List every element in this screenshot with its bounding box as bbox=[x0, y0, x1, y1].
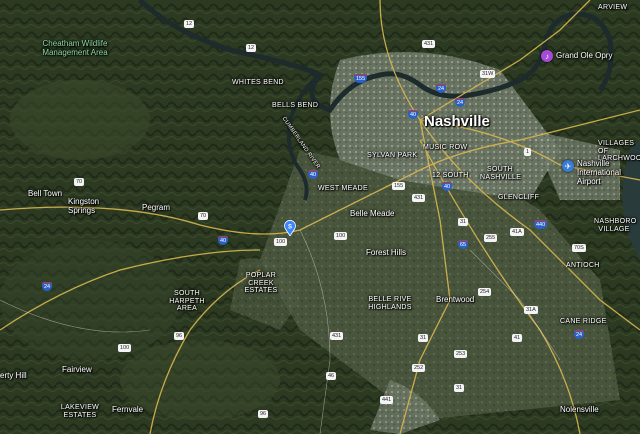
route-shield: 431 bbox=[330, 332, 344, 340]
route-shield: 31 bbox=[454, 384, 465, 392]
neighborhood-label: BELLE RIVE HIGHLANDS bbox=[368, 296, 412, 311]
city-bell-town[interactable]: Bell Town bbox=[28, 189, 62, 199]
neighborhood-label: 12 SOUTH bbox=[432, 172, 469, 179]
route-shield: 431 bbox=[422, 40, 436, 48]
route-shield: 431 bbox=[412, 194, 426, 202]
poi-nashville-airport[interactable]: ✈ Nashville International Airport bbox=[562, 159, 625, 186]
route-shield: 41 bbox=[512, 334, 523, 342]
route-shield: 46 bbox=[326, 372, 337, 380]
neighborhood-label: BELLS BEND bbox=[272, 102, 319, 109]
poi-grand-ole-opry[interactable]: ♪ Grand Ole Opry bbox=[541, 50, 612, 62]
route-shield: 70 bbox=[198, 212, 209, 220]
neighborhood-label: POPLAR CREEK ESTATES bbox=[244, 272, 278, 295]
airport-icon: ✈ bbox=[562, 160, 574, 172]
city-liberty-hill[interactable]: erty Hill bbox=[0, 371, 27, 381]
route-shield: 31W bbox=[480, 70, 496, 78]
route-shield: 155 bbox=[392, 182, 406, 190]
city-nolensville[interactable]: Nolensville bbox=[560, 405, 599, 415]
route-shield: 253 bbox=[454, 350, 468, 358]
city-nashville[interactable]: Nashville bbox=[424, 113, 490, 131]
park-label: Cheatham Wildlife Management Area bbox=[42, 39, 108, 57]
route-shield: 41A bbox=[510, 228, 524, 236]
city-fairview[interactable]: Fairview bbox=[62, 365, 92, 375]
route-shield: 31 bbox=[458, 218, 469, 226]
route-shield: 96 bbox=[258, 410, 269, 418]
route-shield: 100 bbox=[274, 238, 288, 246]
route-shield: 100 bbox=[334, 232, 348, 240]
route-shield: 440 bbox=[534, 220, 548, 229]
route-shield: 1 bbox=[524, 148, 532, 156]
city-belle-meade[interactable]: Belle Meade bbox=[350, 209, 394, 219]
neighborhood-label: LAKEVIEW ESTATES bbox=[60, 404, 100, 419]
city-forest-hills[interactable]: Forest Hills bbox=[366, 248, 406, 258]
city-kingston-springs[interactable]: Kingston Springs bbox=[68, 197, 116, 216]
poi-label: Grand Ole Opry bbox=[556, 50, 613, 60]
neighborhood-label: GLENCLIFF bbox=[498, 194, 540, 201]
route-shield: 12 bbox=[246, 44, 257, 52]
route-shield: 12 bbox=[184, 20, 195, 28]
route-shield: 70S bbox=[572, 244, 586, 252]
route-shield: 100 bbox=[118, 344, 132, 352]
neighborhood-label: SOUTH NASHVILLE bbox=[480, 166, 522, 181]
location-pin-icon[interactable]: S bbox=[284, 220, 296, 237]
city-brentwood[interactable]: Brentwood bbox=[436, 295, 474, 305]
neighborhood-label: ANTIOCH bbox=[566, 262, 600, 269]
neighborhood-label: WEST MEADE bbox=[318, 185, 368, 192]
route-shield: 96 bbox=[174, 332, 185, 340]
terrain-layer bbox=[0, 0, 640, 434]
route-shield: 31A bbox=[524, 306, 538, 314]
neighborhood-label: SYLVAN PARK bbox=[367, 152, 418, 159]
neighborhood-label: MUSIC ROW bbox=[423, 144, 468, 151]
route-shield: 254 bbox=[478, 288, 492, 296]
satellite-map[interactable]: Cheatham Wildlife Management Area Cumber… bbox=[0, 0, 640, 434]
pin-label: S bbox=[288, 225, 292, 231]
route-shield: 155 bbox=[354, 74, 368, 83]
music-note-icon: ♪ bbox=[541, 50, 553, 62]
route-shield: 31 bbox=[418, 334, 429, 342]
city-pegram[interactable]: Pegram bbox=[142, 203, 170, 213]
route-shield: 252 bbox=[412, 364, 426, 372]
neighborhood-label: WHITES BEND bbox=[232, 79, 284, 86]
city-fernvale[interactable]: Fernvale bbox=[112, 405, 143, 415]
route-shield: 441 bbox=[380, 396, 394, 404]
neighborhood-label: NASHBORO VILLAGE bbox=[594, 218, 637, 233]
neighborhood-label: CANE RIDGE bbox=[560, 318, 607, 325]
route-shield: 70 bbox=[74, 178, 85, 186]
neighborhood-label: SOUTH HARPETH AREA bbox=[169, 290, 205, 313]
route-shield: 255 bbox=[484, 234, 498, 242]
neighborhood-label: ARVIEW bbox=[598, 4, 628, 11]
poi-label: Nashville International Airport bbox=[577, 159, 622, 186]
